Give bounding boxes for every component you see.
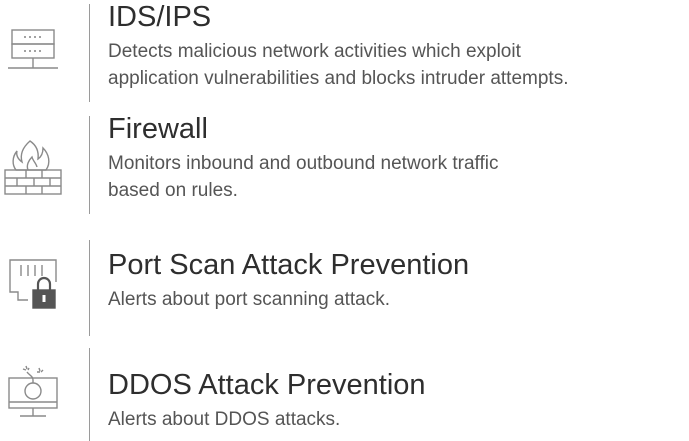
feature-port-scan-prevention: Port Scan Attack Prevention Alerts about… — [0, 238, 689, 338]
feature-title: Port Scan Attack Prevention — [108, 249, 470, 281]
feature-description-line1: Monitors inbound and outbound network tr… — [108, 153, 499, 174]
feature-title: Firewall — [108, 113, 208, 145]
server-rack-icon — [0, 24, 66, 90]
divider — [89, 348, 90, 441]
feature-description-line1: Detects malicious network activities whi… — [108, 41, 521, 62]
firewall-icon — [0, 138, 66, 204]
divider — [89, 240, 90, 336]
monitor-bomb-icon — [0, 362, 66, 428]
divider — [89, 4, 90, 102]
feature-description-line2: application vulnerabilities and blocks i… — [108, 68, 569, 89]
feature-ids-ips: IDS/IPS Detects malicious network activi… — [0, 0, 689, 110]
feature-description-line2: based on rules. — [108, 180, 238, 201]
feature-description-line1: Alerts about DDOS attacks. — [108, 409, 341, 430]
feature-description-line1: Alerts about port scanning attack. — [108, 289, 390, 310]
feature-ddos-prevention: DDOS Attack Prevention Alerts about DDOS… — [0, 348, 689, 441]
feature-title: DDOS Attack Prevention — [108, 369, 426, 401]
port-lock-icon — [0, 252, 66, 318]
feature-firewall: Firewall Monitors inbound and outbound n… — [0, 112, 689, 222]
feature-title: IDS/IPS — [108, 1, 212, 33]
divider — [89, 116, 90, 214]
